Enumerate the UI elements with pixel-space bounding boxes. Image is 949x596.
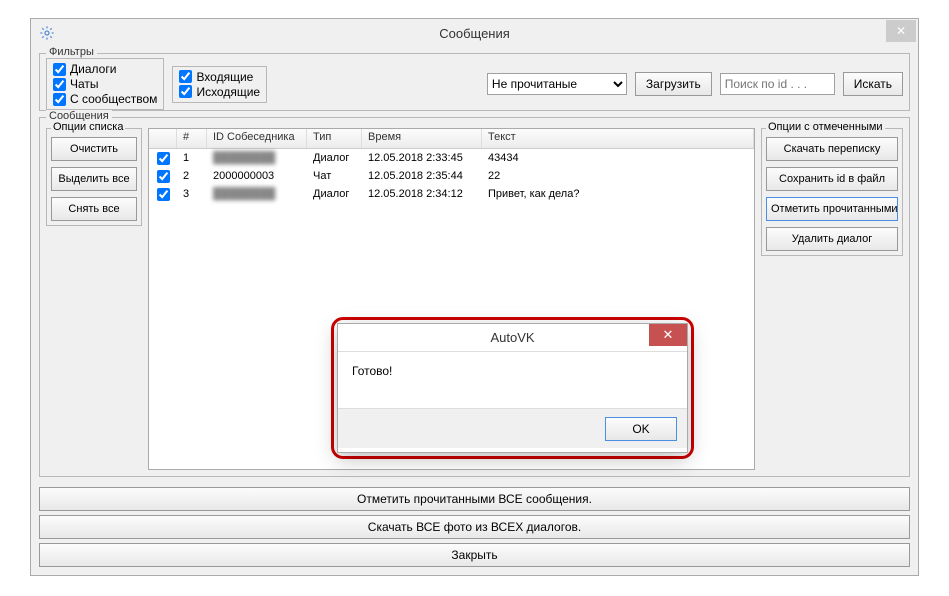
dialog-titlebar: AutoVK ✕ xyxy=(338,324,687,352)
dialog-close-icon[interactable]: ✕ xyxy=(649,324,687,346)
table-header: # ID Собеседника Тип Время Текст xyxy=(149,129,754,149)
row-time: 12.05.2018 2:34:12 xyxy=(362,188,482,200)
row-checkbox[interactable] xyxy=(157,188,170,201)
filter-outgoing[interactable]: Исходящие xyxy=(179,85,260,99)
filter-dialogs[interactable]: Диалоги xyxy=(53,62,157,76)
table-row[interactable]: 3████████Диалог12.05.2018 2:34:12Привет,… xyxy=(149,185,754,203)
filter-incoming[interactable]: Входящие xyxy=(179,70,260,84)
load-button[interactable]: Загрузить xyxy=(635,72,712,96)
table-row[interactable]: 22000000003Чат12.05.2018 2:35:4422 xyxy=(149,167,754,185)
row-text: 43434 xyxy=(482,152,754,164)
window-title: Сообщения xyxy=(31,26,918,41)
col-text: Текст xyxy=(482,129,754,148)
search-input[interactable] xyxy=(720,73,835,95)
list-options: Опции списка Очистить Выделить все Снять… xyxy=(46,128,142,470)
row-text: 22 xyxy=(482,170,754,182)
marked-options: Опции с отмеченными Скачать переписку Со… xyxy=(761,128,903,470)
row-type: Диалог xyxy=(307,152,362,164)
list-options-legend: Опции списка xyxy=(51,121,125,133)
titlebar: Сообщения ✕ xyxy=(31,19,918,47)
dialog-footer: OK xyxy=(338,408,687,448)
dialog-ok-button[interactable]: OK xyxy=(605,417,677,441)
main-window: Сообщения ✕ Фильтры Диалоги Чаты С сообщ… xyxy=(30,18,919,576)
filters-legend: Фильтры xyxy=(46,46,97,58)
dialog-title: AutoVK xyxy=(338,330,687,345)
deselect-all-button[interactable]: Снять все xyxy=(51,197,137,221)
row-checkbox[interactable] xyxy=(157,152,170,165)
col-id: ID Собеседника xyxy=(207,129,307,148)
row-num: 2 xyxy=(177,170,207,182)
col-time: Время xyxy=(362,129,482,148)
window-body: Фильтры Диалоги Чаты С сообществом Входя… xyxy=(31,47,918,575)
bottom-buttons: Отметить прочитанными ВСЕ сообщения. Ска… xyxy=(39,487,910,567)
filter-community[interactable]: С сообществом xyxy=(53,92,157,106)
filter-col-types: Диалоги Чаты С сообществом xyxy=(46,58,164,110)
autovk-dialog: AutoVK ✕ Готово! OK xyxy=(337,323,688,453)
row-id: 2000000003 xyxy=(207,170,307,182)
download-conversation-button[interactable]: Скачать переписку xyxy=(766,137,898,161)
row-time: 12.05.2018 2:35:44 xyxy=(362,170,482,182)
col-type: Тип xyxy=(307,129,362,148)
row-num: 1 xyxy=(177,152,207,164)
col-checkbox xyxy=(149,129,177,148)
row-num: 3 xyxy=(177,188,207,200)
dialog-body: Готово! xyxy=(338,352,687,408)
mark-read-button[interactable]: Отметить прочитанными xyxy=(766,197,898,221)
save-id-button[interactable]: Сохранить id в файл xyxy=(766,167,898,191)
row-text: Привет, как дела? xyxy=(482,188,754,200)
table-row[interactable]: 1████████Диалог12.05.2018 2:33:4543434 xyxy=(149,149,754,167)
row-id: ████████ xyxy=(207,188,307,200)
delete-dialog-button[interactable]: Удалить диалог xyxy=(766,227,898,251)
row-type: Диалог xyxy=(307,188,362,200)
select-all-button[interactable]: Выделить все xyxy=(51,167,137,191)
row-type: Чат xyxy=(307,170,362,182)
col-num: # xyxy=(177,129,207,148)
filters-group: Фильтры Диалоги Чаты С сообществом Входя… xyxy=(39,53,910,111)
clear-button[interactable]: Очистить xyxy=(51,137,137,161)
marked-options-legend: Опции с отмеченными xyxy=(766,121,885,133)
close-button[interactable]: Закрыть xyxy=(39,543,910,567)
row-checkbox[interactable] xyxy=(157,170,170,183)
mark-all-read-button[interactable]: Отметить прочитанными ВСЕ сообщения. xyxy=(39,487,910,511)
row-time: 12.05.2018 2:33:45 xyxy=(362,152,482,164)
filter-chats[interactable]: Чаты xyxy=(53,77,157,91)
search-button[interactable]: Искать xyxy=(843,72,903,96)
status-select[interactable]: Не прочитаные xyxy=(487,73,627,95)
download-all-photos-button[interactable]: Скачать ВСЕ фото из ВСЕХ диалогов. xyxy=(39,515,910,539)
filter-col-direction: Входящие Исходящие xyxy=(172,66,267,103)
row-id: ████████ xyxy=(207,152,307,164)
